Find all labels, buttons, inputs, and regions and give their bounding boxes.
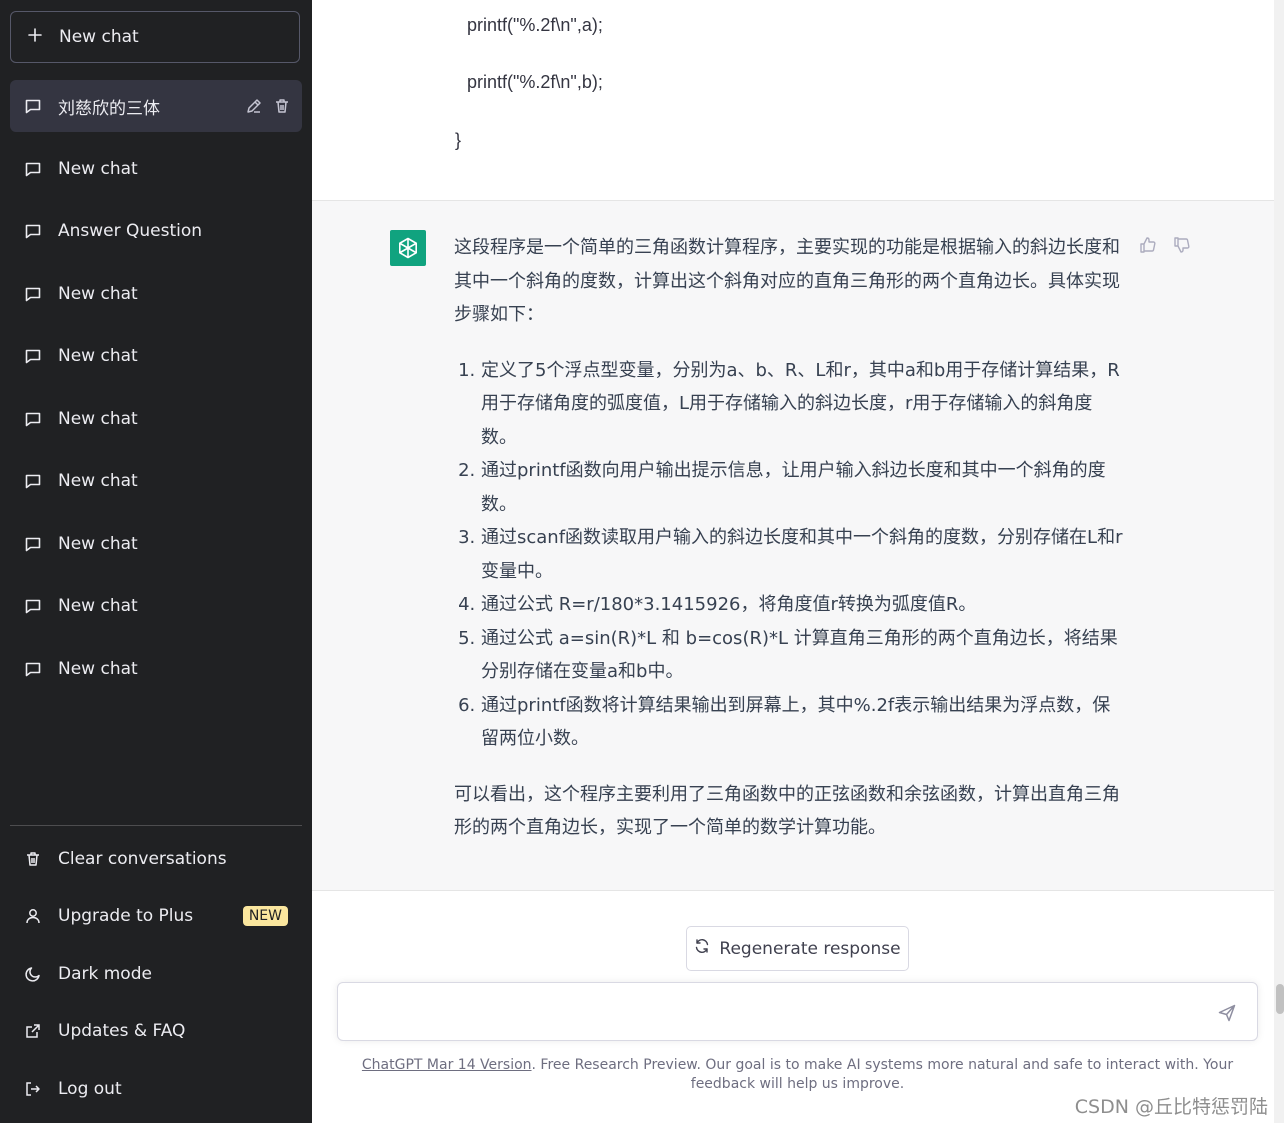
sidebar-bottom-menu: Clear conversations Upgrade to Plus NEW … (10, 830, 302, 1118)
scrollbar[interactable] (1274, 0, 1284, 1123)
upgrade-to-plus-button[interactable]: Upgrade to Plus NEW (10, 888, 302, 946)
chat-bubble-icon (24, 535, 42, 553)
edit-icon[interactable] (244, 96, 264, 116)
footer-disclaimer: ChatGPT Mar 14 Version. Free Research Pr… (337, 1056, 1258, 1094)
moon-icon (24, 965, 42, 983)
code-line: printf("%.2f\n",a); (467, 15, 603, 35)
conversation-item[interactable]: New chat (10, 143, 302, 195)
conversation-label: New chat (58, 283, 138, 304)
clear-conversations-label: Clear conversations (58, 848, 227, 869)
conversation-label: New chat (58, 533, 138, 554)
updates-faq-label: Updates & FAQ (58, 1021, 186, 1042)
thumbs-up-icon[interactable] (1138, 235, 1158, 255)
dark-mode-toggle[interactable]: Dark mode (10, 945, 302, 1003)
conversation-label: New chat (58, 471, 138, 491)
step-item: 通过scanf函数读取用户输入的斜边长度和其中一个斜角的度数，分别存储在L和r变… (481, 521, 1124, 588)
plus-icon (25, 27, 45, 47)
conversation-item[interactable]: New chat (10, 330, 302, 382)
new-chat-label: New chat (59, 27, 139, 47)
new-badge: NEW (242, 905, 288, 926)
conversation-item[interactable]: New chat (10, 455, 302, 507)
footer-text: . Free Research Preview. Our goal is to … (531, 1057, 1234, 1092)
conversation-item[interactable]: Answer Question (10, 205, 302, 257)
trash-icon (24, 850, 42, 868)
conversation-item[interactable]: 刘慈欣的三体 (10, 80, 302, 132)
sidebar: New chat 刘慈欣的三体 New chat Answer Question… (0, 0, 312, 1123)
thumbs-down-icon[interactable] (1172, 235, 1192, 255)
chat-main: printf("%.2f\n",a); printf("%.2f\n",b); … (312, 0, 1284, 1123)
chat-bubble-icon (24, 160, 42, 178)
assistant-message: 这段程序是一个简单的三角函数计算程序，主要实现的功能是根据输入的斜边长度和其中一… (312, 200, 1274, 891)
sidebar-divider (10, 825, 302, 826)
conversation-label: New chat (58, 158, 138, 179)
chat-bubble-icon (24, 222, 42, 240)
conversation-label: New chat (58, 658, 138, 679)
chat-bubble-icon (24, 285, 42, 303)
chatgpt-logo-icon (390, 230, 426, 266)
step-item: 通过printf函数将计算结果输出到屏幕上，其中%.2f表示输出结果为浮点数，保… (481, 689, 1124, 756)
answer-intro: 这段程序是一个简单的三角函数计算程序，主要实现的功能是根据输入的斜边长度和其中一… (454, 237, 1120, 325)
send-icon[interactable] (1217, 1003, 1237, 1023)
conversation-item[interactable]: New chat (10, 643, 302, 695)
answer-text: 这段程序是一个简单的三角函数计算程序，主要实现的功能是根据输入的斜边长度和其中一… (454, 231, 1124, 845)
log-out-icon (24, 1080, 42, 1098)
new-chat-button[interactable]: New chat (10, 11, 300, 63)
chat-bubble-icon (24, 660, 42, 678)
step-item: 定义了5个浮点型变量，分别为a、b、R、L和r，其中a和b用于存储计算结果，R用… (481, 354, 1124, 455)
chat-bubble-icon (24, 97, 42, 115)
refresh-icon (694, 938, 710, 959)
chat-bubble-icon (24, 347, 42, 365)
code-line: } (455, 130, 462, 150)
watermark: CSDN @丘比特惩罚陆 (1074, 1096, 1268, 1118)
conversation-label: New chat (58, 596, 138, 616)
user-message: printf("%.2f\n",a); printf("%.2f\n",b); … (312, 0, 1274, 200)
conversation-item[interactable]: New chat (10, 580, 302, 632)
log-out-button[interactable]: Log out (10, 1060, 302, 1118)
conversation-list: 刘慈欣的三体 New chat Answer Question New chat… (10, 80, 302, 705)
message-input[interactable] (352, 997, 1196, 1027)
chat-bubble-icon (24, 472, 42, 490)
steps-list: 定义了5个浮点型变量，分别为a、b、R、L和r，其中a和b用于存储计算结果，R用… (454, 354, 1124, 756)
conversation-label: New chat (58, 346, 138, 366)
user-icon (24, 907, 42, 925)
chat-bubble-icon (24, 597, 42, 615)
conversation-label: 刘慈欣的三体 (58, 98, 160, 119)
conversation-label: New chat (58, 408, 138, 429)
version-link[interactable]: ChatGPT Mar 14 Version (362, 1057, 532, 1073)
conversation-item[interactable]: New chat (10, 393, 302, 445)
regenerate-response-button[interactable]: Regenerate response (686, 926, 909, 971)
message-composer (337, 982, 1258, 1041)
scrollbar-thumb[interactable] (1276, 984, 1284, 1014)
chat-bubble-icon (24, 410, 42, 428)
answer-conclusion: 可以看出，这个程序主要利用了三角函数中的正弦函数和余弦函数，计算出直角三角形的两… (454, 783, 1120, 839)
conversation-label: Answer Question (58, 221, 203, 241)
upgrade-label: Upgrade to Plus (58, 906, 194, 927)
step-item: 通过公式 R=r/180*3.1415926，将角度值r转换为弧度值R。 (481, 588, 1124, 622)
clear-conversations-button[interactable]: Clear conversations (10, 830, 302, 888)
external-link-icon (24, 1022, 42, 1040)
regenerate-label: Regenerate response (719, 938, 901, 959)
updates-faq-link[interactable]: Updates & FAQ (10, 1003, 302, 1061)
step-item: 通过printf函数向用户输出提示信息，让用户输入斜边长度和其中一个斜角的度数。 (481, 454, 1124, 521)
step-item: 通过公式 a=sin(R)*L 和 b=cos(R)*L 计算直角三角形的两个直… (481, 622, 1124, 689)
code-line: printf("%.2f\n",b); (467, 72, 603, 92)
trash-icon[interactable] (272, 96, 292, 116)
log-out-label: Log out (58, 1078, 122, 1099)
feedback-buttons (1138, 235, 1192, 255)
dark-mode-label: Dark mode (58, 963, 152, 984)
conversation-item[interactable]: New chat (10, 268, 302, 320)
conversation-item[interactable]: New chat (10, 518, 302, 570)
